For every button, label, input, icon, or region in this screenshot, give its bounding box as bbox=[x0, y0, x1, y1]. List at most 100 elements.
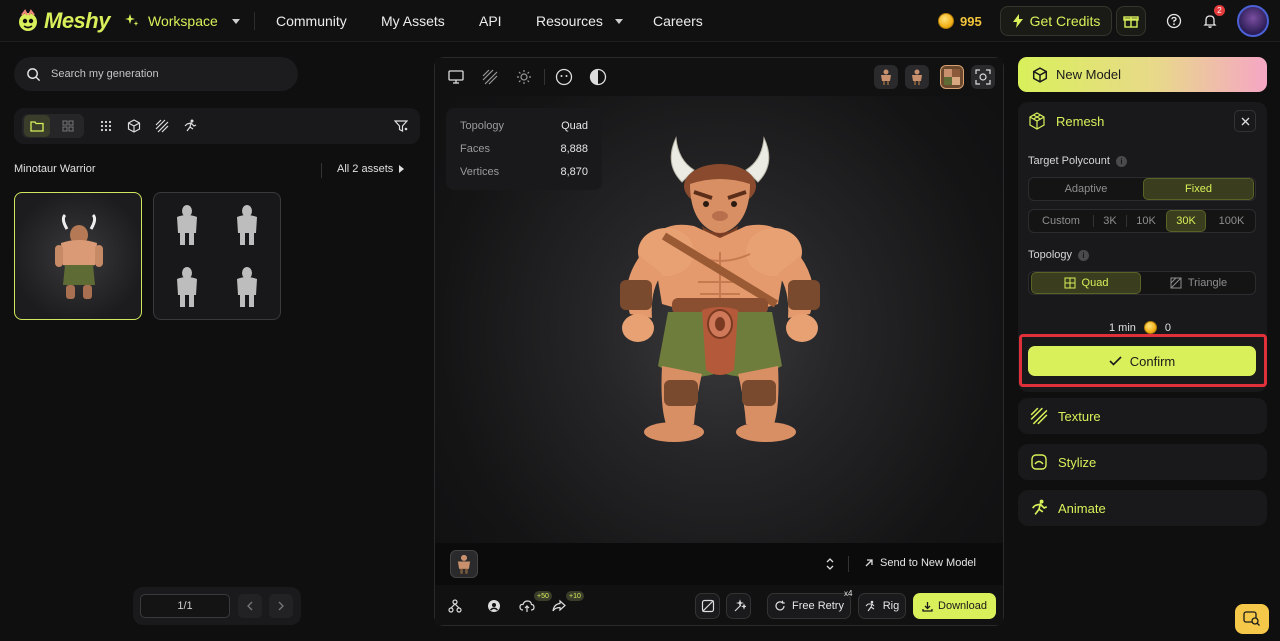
filter-texture-button[interactable] bbox=[150, 115, 174, 137]
version-thumbnail[interactable] bbox=[450, 550, 478, 578]
view-thumb-1[interactable] bbox=[874, 65, 898, 89]
confirm-button[interactable]: Confirm bbox=[1028, 346, 1256, 376]
texture-icon bbox=[1030, 407, 1048, 425]
polycount-custom[interactable]: Custom bbox=[1031, 210, 1091, 232]
gift-button[interactable] bbox=[1116, 6, 1146, 36]
quad-grid-icon bbox=[1064, 277, 1076, 289]
stat-vertices: Vertices 8,870 bbox=[460, 166, 588, 178]
all-assets-label: All 2 assets bbox=[337, 163, 394, 175]
view-thumb-2[interactable] bbox=[905, 65, 929, 89]
send-to-new-model-button[interactable]: Send to New Model bbox=[864, 557, 976, 569]
material-clay-button[interactable] bbox=[554, 67, 574, 87]
previous-page-button[interactable] bbox=[238, 594, 262, 618]
dots-grid-icon bbox=[100, 120, 112, 132]
filter-animation-button[interactable] bbox=[178, 115, 202, 137]
new-model-label: New Model bbox=[1056, 67, 1122, 82]
filter-model-button[interactable] bbox=[122, 115, 146, 137]
support-chat-button[interactable] bbox=[1235, 604, 1269, 634]
workspace-menu[interactable]: Workspace bbox=[124, 0, 240, 42]
rig-icon bbox=[865, 600, 875, 612]
publish-button[interactable] bbox=[484, 596, 504, 616]
fixed-option[interactable]: Fixed bbox=[1143, 178, 1254, 200]
help-button[interactable] bbox=[1159, 6, 1189, 36]
expand-strip-button[interactable] bbox=[825, 557, 835, 571]
free-retry-label: Free Retry bbox=[792, 600, 844, 612]
info-icon[interactable]: i bbox=[1078, 249, 1090, 261]
sparkle-icon bbox=[125, 14, 139, 26]
cloud-upload-icon bbox=[519, 600, 535, 612]
free-retry-button[interactable]: Free Retry bbox=[767, 593, 851, 619]
coin-icon bbox=[1143, 321, 1157, 334]
credits-balance[interactable]: 995 bbox=[938, 0, 982, 42]
folder-icon bbox=[30, 121, 44, 132]
advanced-filter-button[interactable] bbox=[389, 115, 413, 137]
chevron-up-down-icon bbox=[826, 558, 834, 570]
rig-label: Rig bbox=[882, 600, 900, 612]
magic-edit-button[interactable] bbox=[726, 593, 751, 619]
filter-all-button[interactable] bbox=[94, 115, 118, 137]
animate-section[interactable]: Animate bbox=[1018, 490, 1267, 526]
focus-view-button[interactable] bbox=[971, 65, 995, 89]
animate-label: Animate bbox=[1058, 500, 1106, 516]
segment-divider bbox=[1126, 215, 1127, 227]
texture-label: Texture bbox=[1058, 408, 1101, 424]
quad-option[interactable]: Quad bbox=[1031, 272, 1141, 294]
asset-thumbnail-colored[interactable] bbox=[14, 192, 142, 320]
nav-my-assets[interactable]: My Assets bbox=[381, 0, 445, 42]
polycount-10k[interactable]: 10K bbox=[1128, 210, 1164, 232]
workspace-label: Workspace bbox=[148, 13, 218, 29]
triangle-option[interactable]: Triangle bbox=[1143, 272, 1254, 294]
share-reward-badge: +10 bbox=[566, 591, 584, 601]
all-assets-link[interactable]: All 2 assets bbox=[337, 163, 405, 175]
search-bar[interactable] bbox=[14, 57, 298, 91]
stat-faces: Faces 8,888 bbox=[460, 143, 588, 155]
face-icon bbox=[555, 68, 573, 86]
polycount-100k[interactable]: 100K bbox=[1209, 210, 1254, 232]
remesh-header[interactable]: Remesh bbox=[1028, 111, 1104, 131]
send-to-new-model-label: Send to New Model bbox=[880, 557, 976, 569]
asset-thumbnail-untextured[interactable] bbox=[153, 192, 281, 320]
credits-value: 995 bbox=[960, 13, 982, 29]
page-indicator[interactable]: 1/1 bbox=[140, 594, 230, 618]
nav-community[interactable]: Community bbox=[276, 0, 347, 42]
new-model-button[interactable]: New Model bbox=[1018, 57, 1267, 92]
cube-icon bbox=[1032, 66, 1048, 83]
wireframe-toggle[interactable] bbox=[480, 67, 500, 87]
download-button[interactable]: Download bbox=[913, 593, 996, 619]
user-avatar[interactable] bbox=[1237, 5, 1269, 37]
lighting-toggle[interactable] bbox=[514, 67, 534, 87]
nav-resources[interactable]: Resources bbox=[536, 0, 623, 42]
display-mode-button[interactable] bbox=[446, 67, 466, 87]
rig-button[interactable]: Rig bbox=[858, 593, 906, 619]
nav-api[interactable]: API bbox=[479, 0, 502, 42]
section-divider bbox=[321, 163, 322, 178]
focus-icon bbox=[975, 69, 991, 85]
stylize-section[interactable]: Stylize bbox=[1018, 444, 1267, 480]
minotaur-warrior-model bbox=[620, 136, 820, 442]
stat-value: Quad bbox=[561, 120, 588, 132]
material-shaded-button[interactable] bbox=[588, 67, 608, 87]
next-page-button[interactable] bbox=[269, 594, 293, 618]
get-credits-button[interactable]: Get Credits bbox=[1000, 6, 1112, 36]
search-icon bbox=[27, 67, 41, 81]
texture-section[interactable]: Texture bbox=[1018, 398, 1267, 434]
nav-careers[interactable]: Careers bbox=[653, 0, 703, 42]
adaptive-option[interactable]: Adaptive bbox=[1031, 178, 1141, 200]
polycount-3k[interactable]: 3K bbox=[1095, 210, 1125, 232]
grid-view-button[interactable] bbox=[56, 115, 80, 137]
view-thumb-texture[interactable] bbox=[940, 65, 964, 89]
search-input[interactable] bbox=[51, 68, 281, 80]
hierarchy-button[interactable] bbox=[445, 596, 465, 616]
remove-background-button[interactable] bbox=[695, 593, 720, 619]
estimated-time: 1 min bbox=[1109, 321, 1136, 334]
polycount-30k[interactable]: 30K bbox=[1166, 210, 1206, 232]
arrow-up-right-icon bbox=[865, 559, 873, 567]
info-icon[interactable]: i bbox=[1115, 155, 1127, 167]
close-remesh-button[interactable] bbox=[1234, 110, 1256, 132]
quad-label: Quad bbox=[1081, 277, 1109, 289]
close-icon bbox=[1241, 117, 1249, 125]
stat-topology: Topology Quad bbox=[460, 120, 588, 132]
folder-view-button[interactable] bbox=[24, 115, 50, 137]
refresh-icon bbox=[775, 600, 785, 611]
meshy-logo[interactable]: Meshy bbox=[16, 8, 110, 34]
